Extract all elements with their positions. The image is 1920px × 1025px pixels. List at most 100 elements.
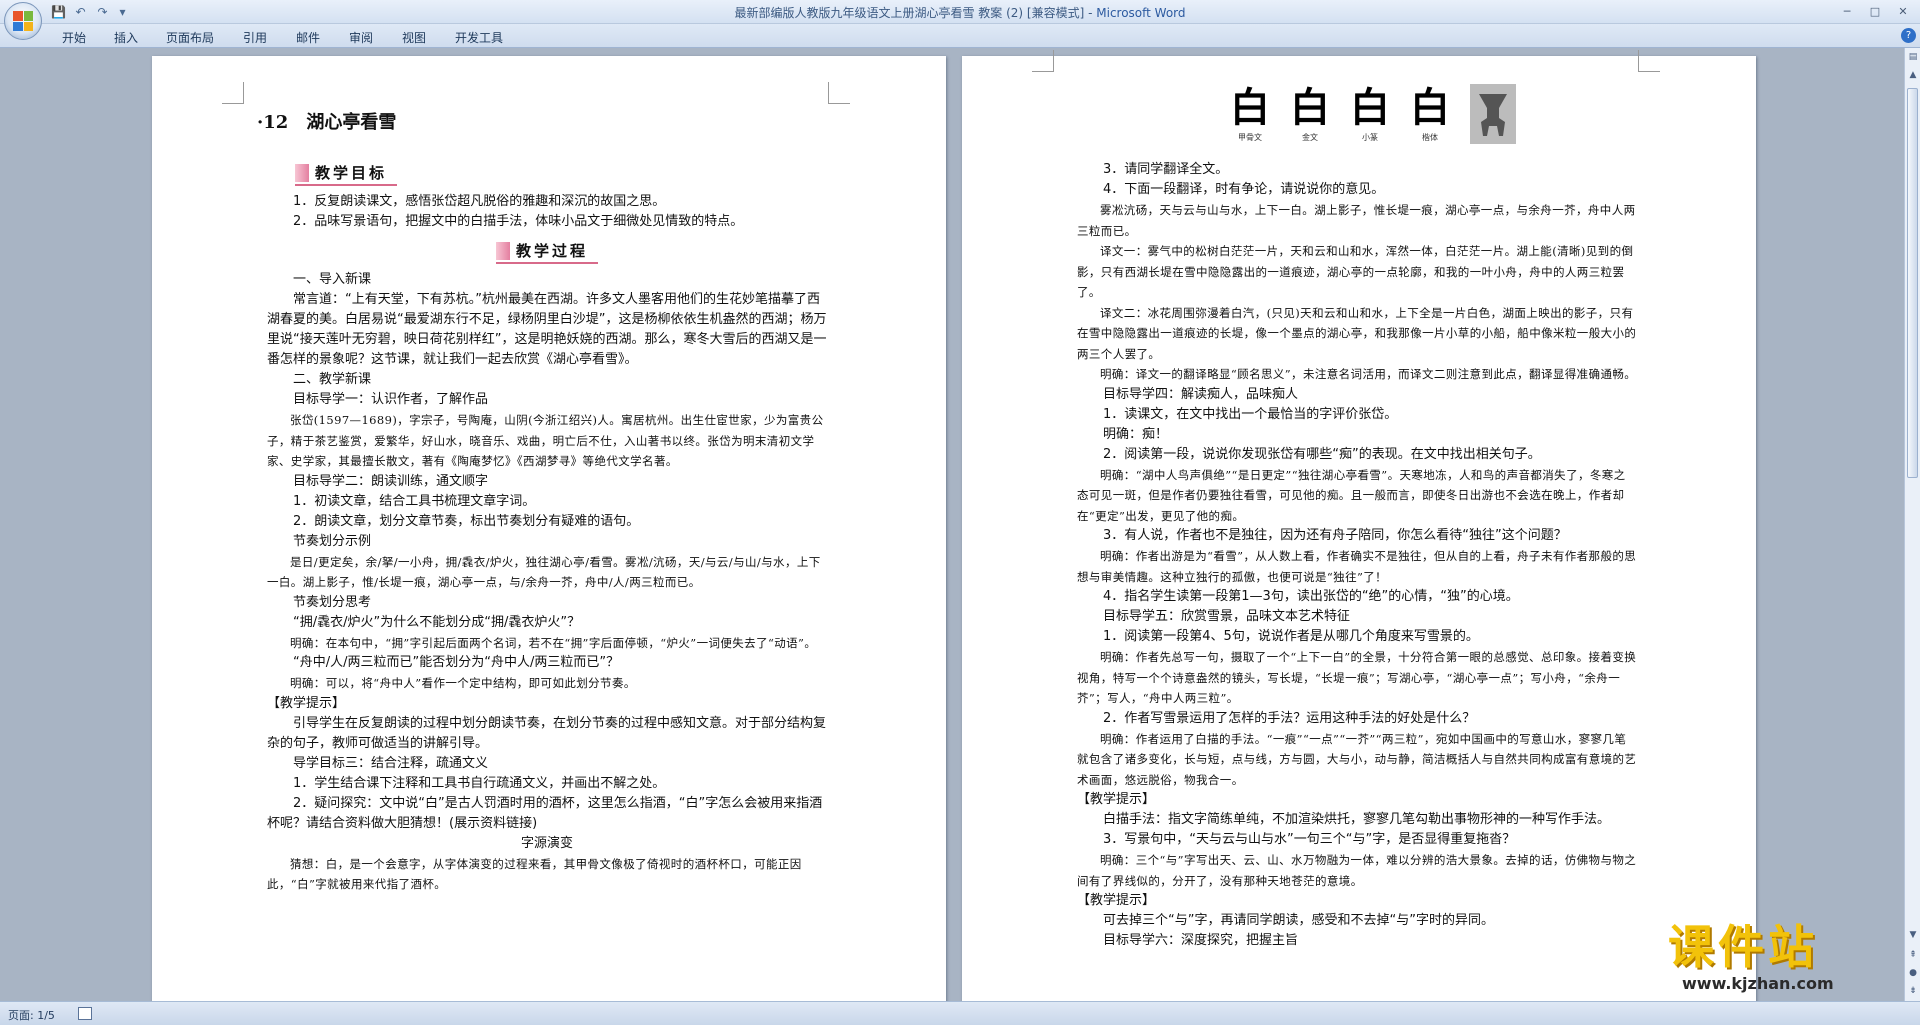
paragraph: 明确：作者出游是为“看雪”，从人数上看，作者确实不是独往，但从自的上看，舟子未有…	[1077, 549, 1637, 584]
window-title: 最新部编版人教版九年级语文上册湖心亭看雪 教案 (2) [兼容模式] - Mic…	[0, 4, 1920, 21]
tab-developer[interactable]: 开发工具	[455, 29, 503, 46]
paragraph: 3．请同学翻译全文。	[1103, 162, 1229, 177]
next-page-icon[interactable]: ⇟	[1906, 984, 1920, 998]
document-title: ·12 湖心亭看雪	[257, 112, 397, 133]
tab-page-layout[interactable]: 页面布局	[166, 29, 214, 46]
paragraph: 明确：作者运用了白描的手法。“一痕”“一点”“一芥”“两三粒”，宛如中国画中的写…	[1077, 731, 1637, 787]
tab-review[interactable]: 审阅	[349, 29, 373, 46]
select-browse-object-icon[interactable]: ●	[1906, 966, 1920, 980]
paragraph: 1．读课文，在文中找出一个最恰当的字评价张岱。	[1103, 406, 1398, 422]
glyph-character: 白	[1290, 84, 1330, 131]
scrollbar-thumb[interactable]	[1907, 88, 1918, 478]
paragraph: 目标导学六：深度探究，把握主旨	[1103, 933, 1299, 948]
paragraph: 3．有人说，作者也不是独往，因为还有舟子陪同，你怎么看待“独往”这个问题？	[1103, 528, 1567, 543]
scroll-up-arrow-icon[interactable]: ▲	[1906, 68, 1920, 82]
paragraph: 常言道：“上有天堂，下有苏杭。”杭州最美在西湖。许多文人墨客用他们的生花妙笔描摹…	[267, 292, 827, 367]
paragraph: 节奏划分示例	[293, 533, 372, 549]
paragraph: 1．阅读第一段第4、5句，说说作者是从哪几个角度来写雪景的。	[1103, 629, 1479, 644]
office-button[interactable]	[4, 2, 42, 40]
tab-view[interactable]: 视图	[402, 29, 426, 46]
help-icon[interactable]: ?	[1901, 28, 1916, 43]
paragraph: 译文一：雾气中的松树白茫茫一片，天和云和山和水，浑然一体，白茫茫一片。湖上能(清…	[1077, 244, 1634, 299]
glyph-character: 白	[1410, 84, 1450, 131]
paragraph: 2．作者写雪景运用了怎样的手法？运用这种手法的好处是什么？	[1103, 710, 1476, 726]
title-bar: 💾 ↶ ↷ ▾ 最新部编版人教版九年级语文上册湖心亭看雪 教案 (2) [兼容模…	[0, 0, 1920, 24]
tab-insert[interactable]: 插入	[114, 29, 138, 46]
paragraph: 一、导入新课	[293, 272, 372, 287]
close-button[interactable]: ✕	[1890, 3, 1916, 19]
paragraph: “拥/毳衣/炉火”为什么不能划分成“拥/毳衣炉火”？	[293, 614, 581, 630]
paragraph: 【教学提示】	[1077, 792, 1156, 807]
watermark-title: 课件站	[1668, 920, 1818, 974]
paragraph: 目标导学五：欣赏雪景，品味文本艺术特征	[1103, 609, 1351, 624]
minimize-button[interactable]: ─	[1834, 3, 1860, 19]
paragraph: 3．写景句中，“天与云与山与水”一句三个“与”字，是否显得重复拖沓？	[1103, 832, 1516, 847]
page-1[interactable]: ·12 湖心亭看雪 教学目标 1．反复朗读课文，感悟张岱超凡脱俗的雅趣和深沉的故…	[152, 56, 946, 1001]
paragraph: 白描手法：指文字简练单纯，不加渲染烘托，寥寥几笔勾勒出事物形神的一种写作手法。	[1103, 812, 1611, 827]
paragraph: 2．疑问探究：文中说“白”是古人罚酒时用的酒杯，这里怎么指酒，“白”字怎么会被用…	[267, 795, 823, 831]
office-logo-icon	[13, 11, 33, 31]
paragraph: 明确：“湖中人鸟声俱绝”“是日更定”“独往湖心亭看雪”。天寒地冻，人和鸟的声音都…	[1077, 467, 1626, 523]
ruler-toggle-icon[interactable]: ▤	[1906, 50, 1920, 64]
paragraph: 4．指名学生读第一段第1—3句，读出张岱的“绝”的心情，“独”的心境。	[1103, 589, 1519, 604]
ribbon-tab-bar: 开始 插入 页面布局 引用 邮件 审阅 视图 开发工具 ?	[0, 24, 1920, 48]
tab-references[interactable]: 引用	[243, 29, 267, 46]
proofing-status-icon[interactable]	[78, 1007, 92, 1020]
paragraph: 译文二：冰花周围弥漫着白汽，(只见)天和云和山和水，上下全是一片白色，湖面上映出…	[1077, 305, 1637, 361]
page-1-body: ·12 湖心亭看雪 教学目标 1．反复朗读课文，感悟张岱超凡脱俗的雅趣和深沉的故…	[257, 104, 827, 895]
glyph-item: 白金文	[1282, 84, 1338, 144]
glyph-caption: 楷体	[1422, 133, 1438, 142]
document-name: 最新部编版人教版九年级语文上册湖心亭看雪 教案 (2) [兼容模式] -	[734, 6, 1097, 20]
paragraph: 目标导学一：认识作者，了解作品	[293, 392, 489, 407]
page-1-paragraphs: 一、导入新课常言道：“上有天堂，下有苏杭。”杭州最美在西湖。许多文人墨客用他们的…	[267, 270, 827, 895]
vertical-scrollbar[interactable]: ▤ ▲ ▼ ⇞ ● ⇟	[1904, 48, 1920, 1001]
paragraph: 目标导学二：朗读训练，通文顺字	[293, 473, 489, 489]
glyph-caption: 金文	[1302, 133, 1318, 142]
wine-vessel-icon	[1479, 94, 1507, 136]
paragraph: 可去掉三个“与”字，再请同学朗读，感受和不去掉“与”字时的异同。	[1103, 913, 1494, 928]
goal-item: 2．品味写景语句，把握文中的白描手法，体味小品文于细微处见情致的特点。	[293, 214, 744, 229]
paragraph: 明确：痴！	[1103, 426, 1169, 442]
paragraph: 【教学提示】	[267, 695, 346, 711]
watermark-logo: 课件站 www.kjzhan.com	[1668, 920, 1904, 1002]
paragraph: 二、教学新课	[293, 372, 372, 387]
scroll-down-arrow-icon[interactable]: ▼	[1906, 928, 1920, 942]
paragraph: 2．阅读第一段，说说你发现张岱有哪些“痴”的表现。在文中找出相关句子。	[1103, 446, 1541, 462]
glyph-character: 白	[1230, 84, 1270, 131]
page-count-status[interactable]: 页面: 1/5	[8, 1007, 55, 1023]
paragraph: 明确：译文一的翻译略显“顾名思义”，未注意名词活用，而译文二则注意到此点，翻译显…	[1100, 367, 1637, 381]
page-2-paragraphs: 3．请同学翻译全文。 4．下面一段翻译，时有争论，请说说你的意见。 雾凇沆砀，天与云…	[1077, 160, 1637, 951]
document-area[interactable]: ·12 湖心亭看雪 教学目标 1．反复朗读课文，感悟张岱超凡脱俗的雅趣和深沉的故…	[0, 48, 1904, 1001]
paragraph: 节奏划分思考	[293, 594, 372, 610]
glyph-item: 白楷体	[1402, 84, 1458, 144]
character-evolution-figure: 白甲骨文白金文白小篆白楷体	[1222, 84, 1552, 154]
paragraph: 1．学生结合课下注释和工具书自行疏通文义，并画出不解之处。	[293, 775, 666, 791]
section-heading-process: 教学过程	[495, 240, 598, 264]
maximize-button[interactable]: □	[1862, 3, 1888, 19]
glyph-item: 白甲骨文	[1222, 84, 1278, 144]
glyph-caption: 甲骨文	[1238, 133, 1262, 142]
previous-page-icon[interactable]: ⇞	[1906, 948, 1920, 962]
page-2-body: 3．请同学翻译全文。 4．下面一段翻译，时有争论，请说说你的意见。 雾凇沆砀，天与云…	[1077, 160, 1637, 951]
paragraph: 明确：三个“与”字写出天、云、山、水万物融为一体，难以分辨的浩大景象。去掉的话，…	[1077, 853, 1637, 888]
paragraph: 4．下面一段翻译，时有争论，请说说你的意见。	[1103, 182, 1385, 197]
glyph-item: 白小篆	[1342, 84, 1398, 144]
tab-mailings[interactable]: 邮件	[296, 29, 320, 46]
paragraph: 【教学提示】	[1077, 893, 1156, 908]
paragraph: “舟中/人/两三粒而已”能否划分为“舟中人/两三粒而已”？	[293, 655, 620, 670]
status-bar: 页面: 1/5	[0, 1001, 1920, 1025]
paragraph: 目标导学四：解读痴人，品味痴人	[1103, 386, 1299, 402]
page-2[interactable]: 白甲骨文白金文白小篆白楷体 3．请同学翻译全文。 4．下面一段翻译，时有争论，请说…	[962, 50, 1756, 1001]
goals-list: 1．反复朗读课文，感悟张岱超凡脱俗的雅趣和深沉的故国之思。 2．品味写景语句，把握…	[267, 192, 827, 232]
tab-home[interactable]: 开始	[62, 29, 86, 46]
paragraph: 明确：在本句中，“拥”字引起后面两个名词，若不在“拥”字后面停顿，“炉火”一词便…	[290, 635, 817, 650]
bronze-vessel-image	[1470, 84, 1516, 144]
paragraph: 2．朗读文章，划分文章节奏，标出节奏划分有疑难的语句。	[293, 513, 640, 529]
glyph-caption: 小篆	[1362, 133, 1378, 142]
paragraph: 字源演变	[520, 835, 573, 851]
margin-corner-mark	[1032, 50, 1054, 72]
app-name: Microsoft Word	[1096, 6, 1186, 20]
paragraph: 是日/更定矣，余/拏/一小舟，拥/毳衣/炉火，独往湖心亭/看雪。雾凇/沆砀，天/…	[267, 554, 821, 590]
margin-corner-mark	[828, 82, 850, 104]
watermark-url: www.kjzhan.com	[1682, 974, 1834, 993]
